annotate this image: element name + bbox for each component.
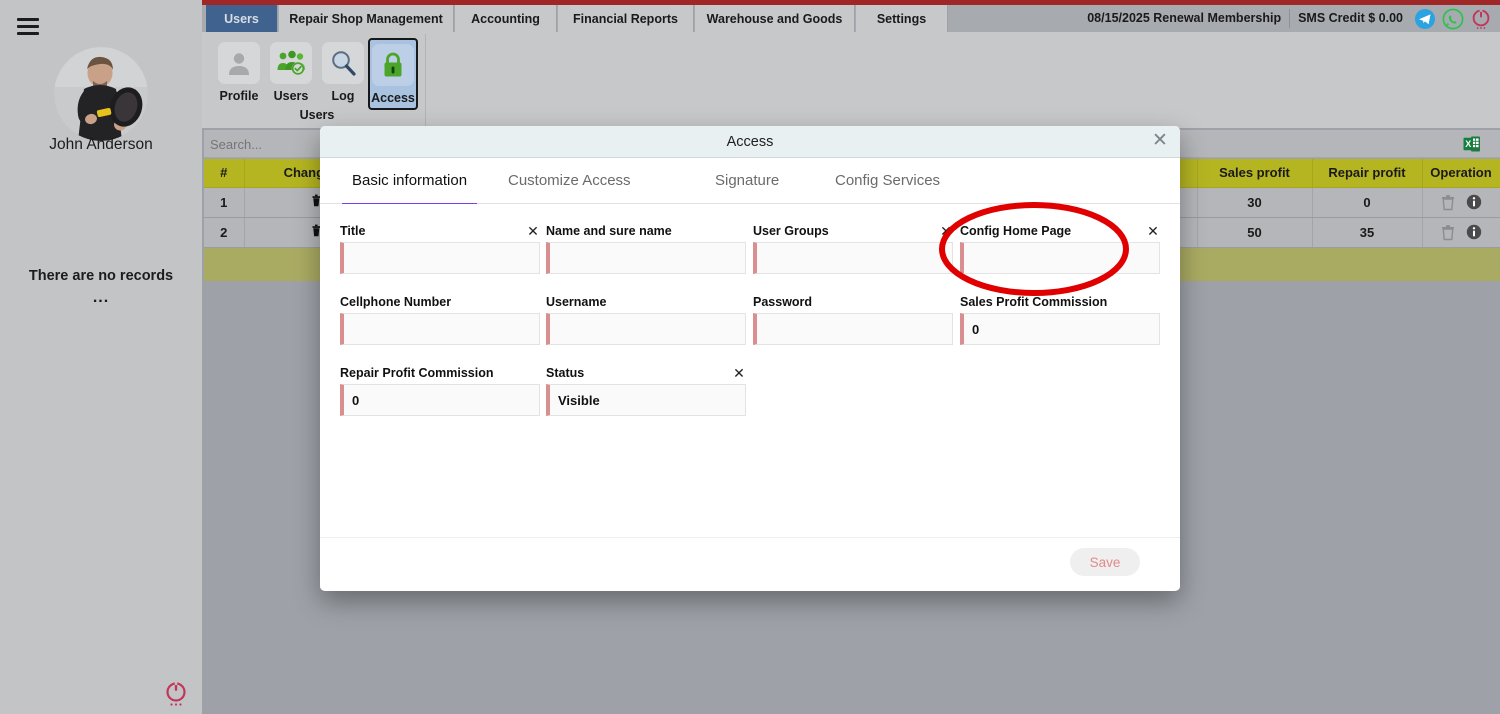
field-label-username: Username — [546, 295, 607, 309]
input-name-and-sure-name[interactable] — [546, 242, 746, 274]
close-icon[interactable]: ✕ — [1150, 131, 1170, 152]
modal-title: Access — [726, 133, 774, 150]
field-user-groups: User Groups ✕ — [753, 224, 953, 274]
field-label-user-groups: User Groups — [753, 224, 829, 238]
access-modal: Access ✕ Basic information Customize Acc… — [320, 126, 1180, 591]
input-title[interactable] — [340, 242, 540, 274]
field-label-sales-profit-commission: Sales Profit Commission — [960, 295, 1108, 309]
field-config-home-page: Config Home Page ✕ — [960, 224, 1160, 274]
modal-tab-basic-information[interactable]: Basic information — [342, 158, 478, 205]
clear-icon-user-groups[interactable]: ✕ — [939, 224, 953, 239]
input-status[interactable]: Visible — [546, 384, 746, 416]
clear-icon-status[interactable]: ✕ — [732, 366, 746, 381]
save-button[interactable]: Save — [1070, 548, 1140, 576]
clear-icon-config-home-page[interactable]: ✕ — [1146, 224, 1160, 239]
modal-footer: Save — [320, 537, 1180, 590]
modal-body: Title ✕ Name and sure name User Groups ✕… — [320, 204, 1180, 537]
modal-tab-signature[interactable]: Signature — [705, 158, 789, 204]
input-cellphone-number[interactable] — [340, 313, 540, 345]
input-repair-profit-commission[interactable]: 0 — [340, 384, 540, 416]
field-sales-profit-commission: Sales Profit Commission 0 — [960, 295, 1160, 345]
field-username: Username — [546, 295, 746, 345]
field-label-repair-profit-commission: Repair Profit Commission — [340, 366, 494, 380]
modal-header: Access ✕ — [320, 126, 1180, 158]
field-label-title: Title — [340, 224, 366, 238]
field-label-name-and-sure-name: Name and sure name — [546, 224, 672, 238]
input-config-home-page[interactable] — [960, 242, 1160, 274]
field-label-status: Status — [546, 366, 585, 380]
field-label-password: Password — [753, 295, 813, 309]
field-status: Status ✕ Visible — [546, 366, 746, 416]
clear-icon-title[interactable]: ✕ — [526, 224, 540, 239]
field-name-and-sure-name: Name and sure name — [546, 224, 746, 274]
input-sales-profit-commission[interactable]: 0 — [960, 313, 1160, 345]
input-password[interactable] — [753, 313, 953, 345]
input-user-groups[interactable] — [753, 242, 953, 274]
modal-tab-customize-access[interactable]: Customize Access — [498, 158, 641, 204]
input-username[interactable] — [546, 313, 746, 345]
field-cellphone-number: Cellphone Number — [340, 295, 540, 345]
field-label-cellphone-number: Cellphone Number — [340, 295, 452, 309]
field-title: Title ✕ — [340, 224, 540, 274]
field-repair-profit-commission: Repair Profit Commission 0 — [340, 366, 540, 416]
modal-tabbar: Basic information Customize Access Signa… — [320, 158, 1180, 205]
field-label-config-home-page: Config Home Page — [960, 224, 1072, 238]
modal-tab-config-services[interactable]: Config Services — [825, 158, 950, 204]
field-password: Password — [753, 295, 953, 345]
